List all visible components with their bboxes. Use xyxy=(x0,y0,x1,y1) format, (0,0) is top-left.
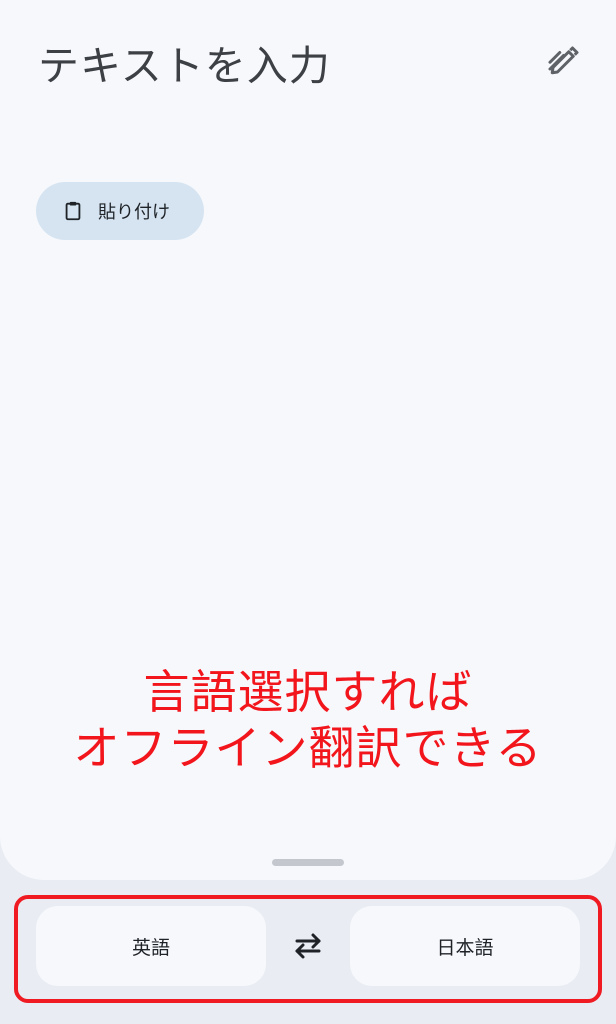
swap-arrows-icon xyxy=(295,933,321,959)
drag-handle[interactable] xyxy=(272,859,344,866)
source-language-button[interactable]: 英語 xyxy=(36,906,266,986)
text-input-panel[interactable]: テキストを入力 貼り付け 言語選択すれば オフライン翻訳できる xyxy=(0,0,616,880)
annotation-line-1: 言語選択すれば xyxy=(143,665,473,719)
swap-languages-button[interactable] xyxy=(284,926,332,966)
annotation-line-2: オフライン翻訳できる xyxy=(73,721,543,775)
handwriting-button[interactable] xyxy=(540,40,584,80)
target-language-button[interactable]: 日本語 xyxy=(350,906,580,986)
handwriting-pen-icon xyxy=(548,46,579,75)
paste-button[interactable]: 貼り付け xyxy=(36,182,204,240)
clipboard-icon xyxy=(65,201,81,221)
text-input-placeholder[interactable]: テキストを入力 xyxy=(38,36,331,96)
paste-label: 貼り付け xyxy=(98,202,170,223)
